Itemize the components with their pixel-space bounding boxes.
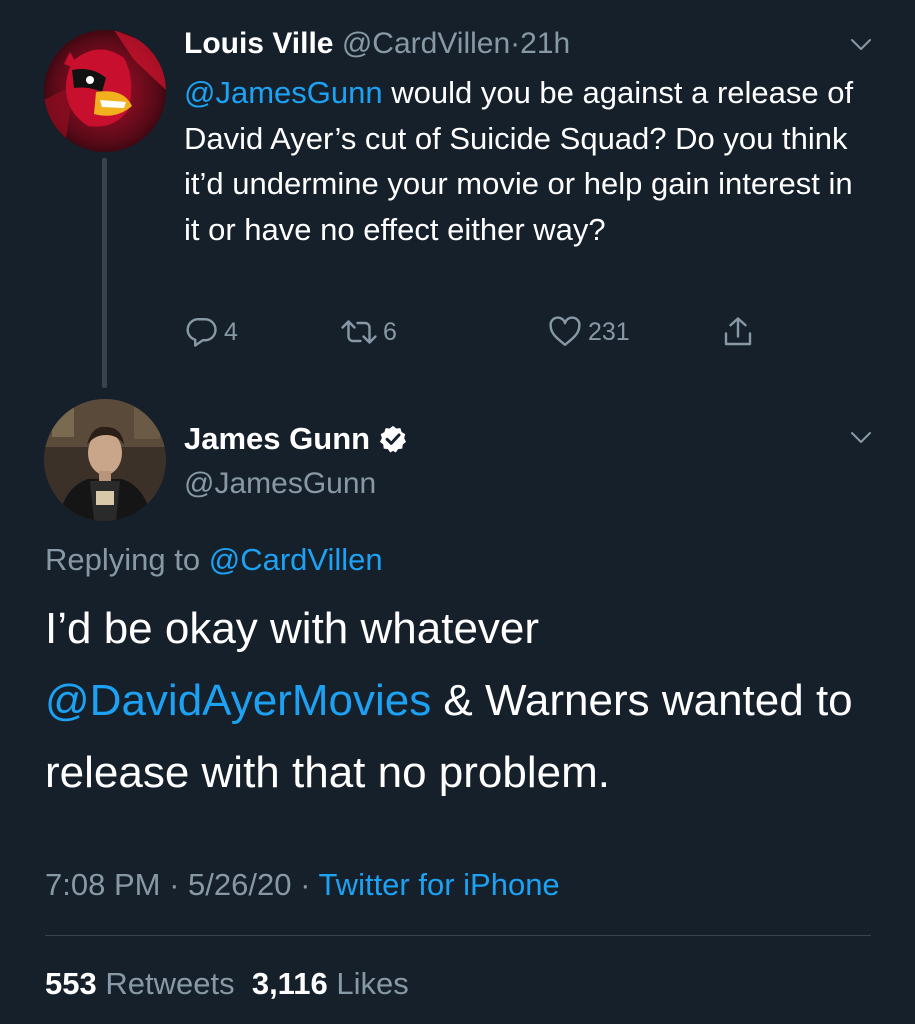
replying-prefix: Replying to [45,542,209,577]
mention-link[interactable]: @DavidAyerMovies [45,676,431,725]
reply-count: 4 [224,317,238,346]
separator: · [291,867,319,902]
likes-stat[interactable]: 3,116 Likes [252,966,409,1001]
parent-tweet-header: Louis Ville @CardVillen·21h [184,22,570,66]
tweet-stats: 553 Retweets 3,116 Likes [45,962,409,1006]
separator: · [510,27,521,60]
thread-line [102,158,107,388]
parent-tweet-text: @JamesGunn would you be against a releas… [184,70,864,252]
like-count: 3,116 [251,966,328,1001]
tweet-date: 5/26/20 [188,867,292,902]
share-icon [724,317,752,346]
like-label: Likes [336,966,409,1001]
timestamp[interactable]: 21h [520,27,570,60]
replying-handle-link[interactable]: @CardVillen [209,542,383,577]
main-tweet-author: James Gunn [184,417,408,461]
reply-button[interactable]: 4 [184,310,238,354]
tweet-meta: 7:08 PM · 5/26/20 · Twitter for iPhone [45,863,560,907]
handle[interactable]: @JamesGunn [184,462,376,506]
reply-icon [186,318,217,347]
retweets-stat[interactable]: 553 Retweets [45,966,235,1001]
avatar-louis-ville[interactable] [44,30,166,152]
tweet-time: 7:08 PM [45,867,161,902]
verified-badge-icon [380,425,407,453]
chevron-down-icon[interactable] [849,33,873,57]
replying-to: Replying to @CardVillen [45,538,383,582]
main-tweet-text: I’d be okay with whatever @DavidAyerMovi… [45,593,885,809]
retweet-button[interactable]: 6 [339,310,397,354]
share-button[interactable] [720,310,756,354]
retweet-icon [341,320,377,344]
like-button[interactable]: 231 [546,310,630,354]
display-name[interactable]: Louis Ville [184,27,334,60]
like-count: 231 [588,317,630,346]
chevron-down-icon[interactable] [849,426,873,450]
separator: · [160,867,189,902]
tweet-actions: 4 6 231 [184,310,784,354]
tweet-source-link[interactable]: Twitter for iPhone [318,867,559,902]
handle[interactable]: @CardVillen [342,27,510,60]
retweet-count: 553 [45,966,97,1001]
mention-link[interactable]: @JamesGunn [184,75,383,110]
tweet-body-part1: I’d be okay with whatever [45,604,540,653]
divider [45,935,871,936]
display-name[interactable]: James Gunn [184,417,370,461]
retweet-count: 6 [383,317,397,346]
retweet-label: Retweets [105,966,235,1001]
avatar-james-gunn[interactable] [44,399,166,521]
like-icon [549,316,581,346]
